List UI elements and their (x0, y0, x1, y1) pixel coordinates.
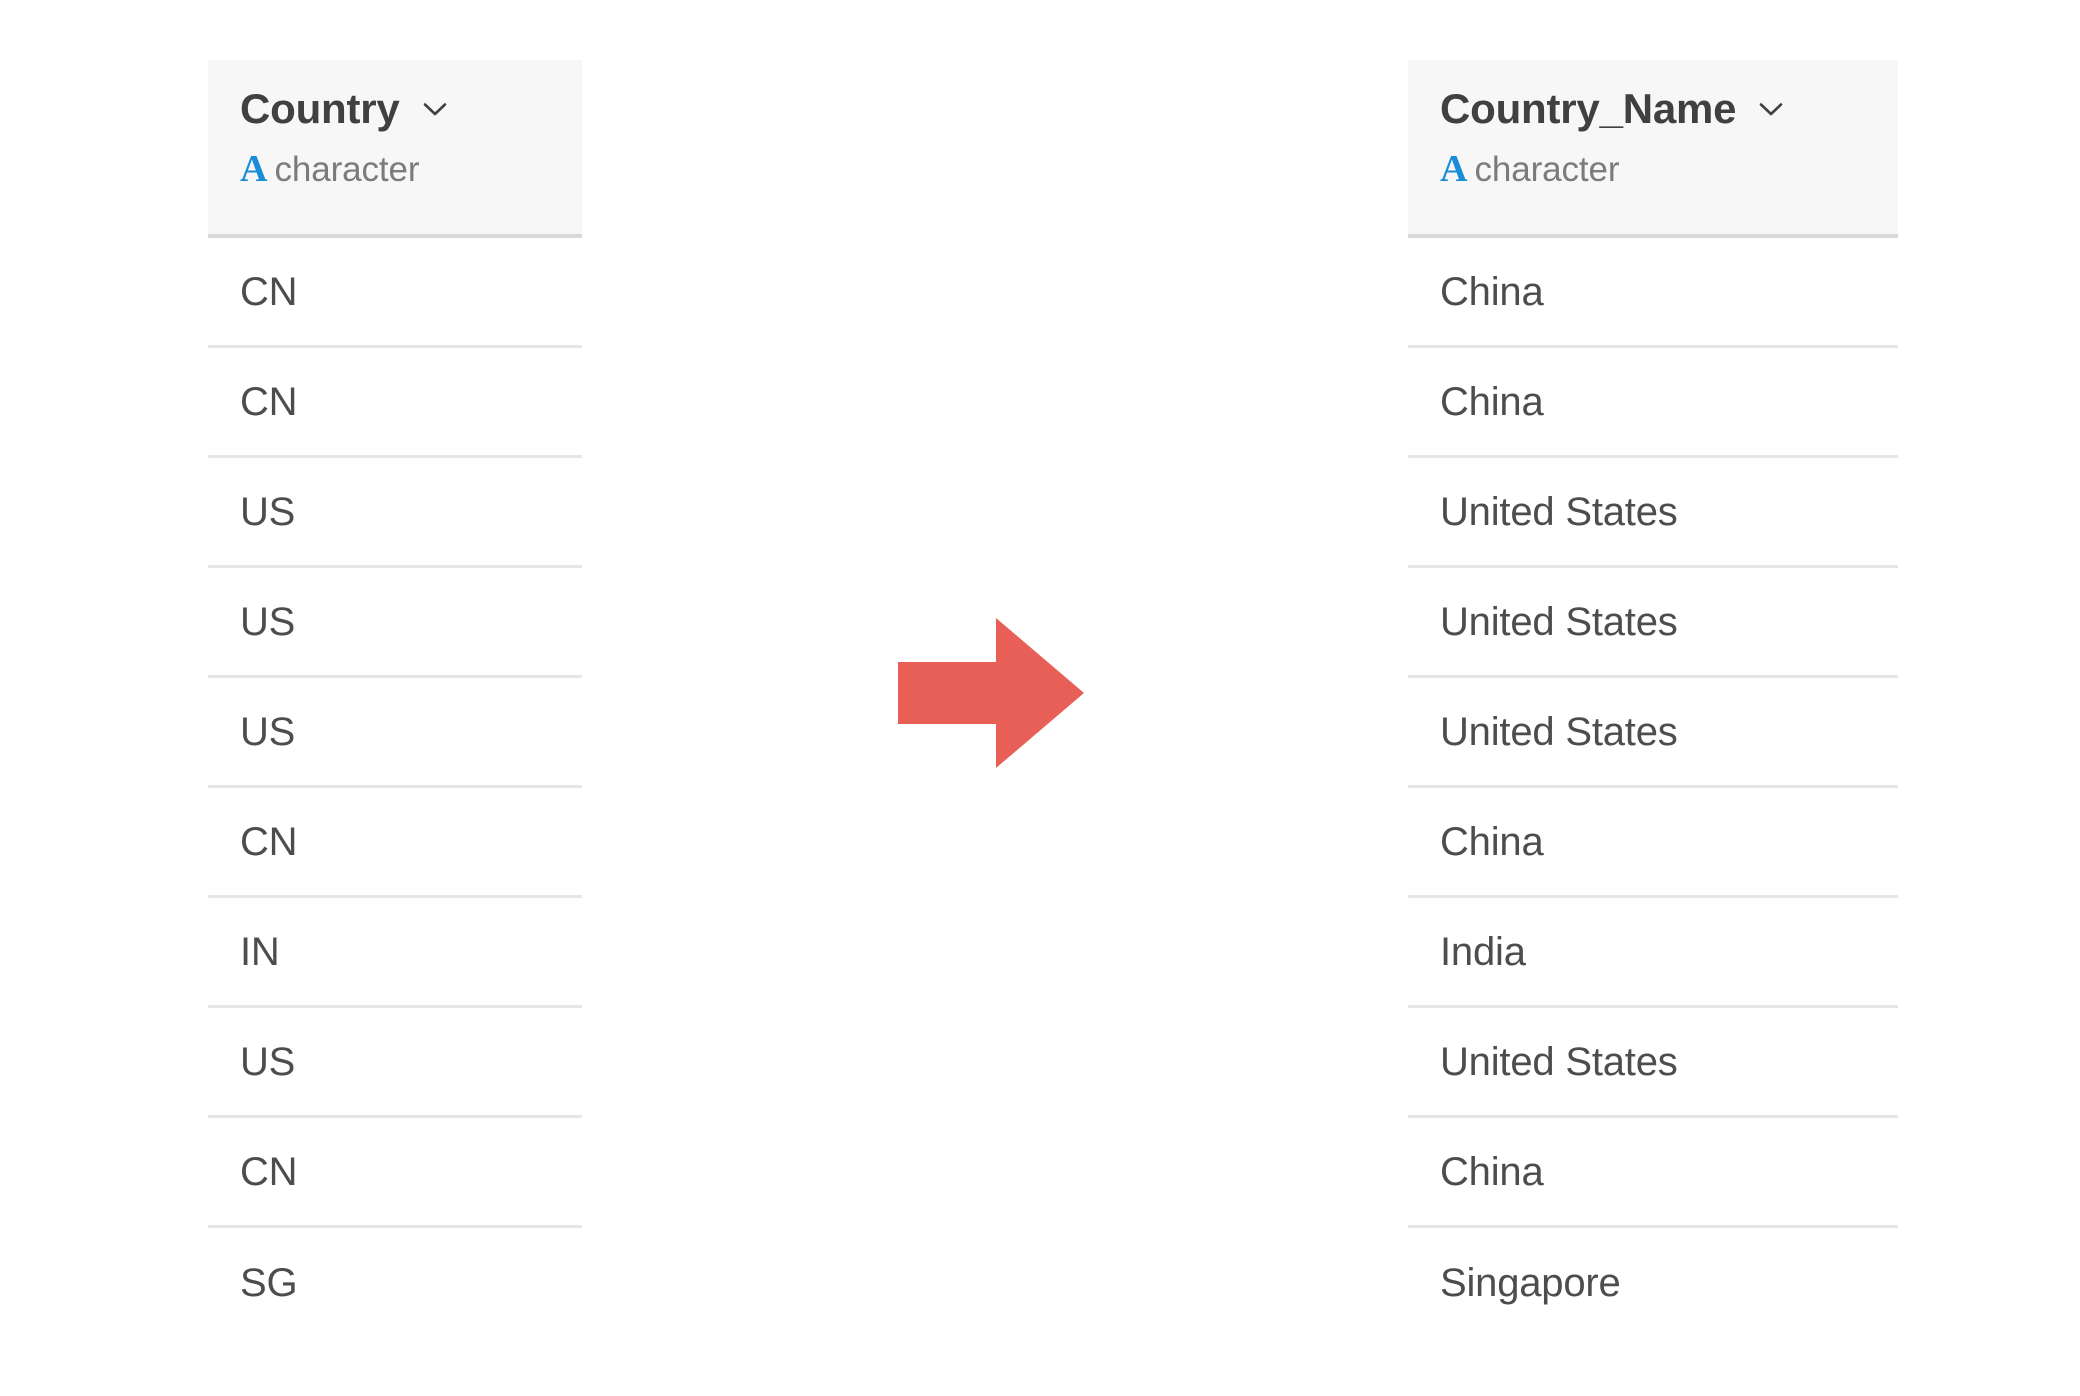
target-column-type: A character (1440, 150, 1898, 190)
target-column: Country_Name A character China China Uni (1408, 60, 1898, 1338)
cell-value: US (240, 489, 296, 534)
cell-value: India (1440, 929, 1526, 974)
cell-value: Singapore (1440, 1261, 1621, 1305)
target-column-body: China China United States United States … (1408, 238, 1898, 1338)
cell-value: CN (240, 819, 298, 864)
chevron-down-icon[interactable] (1754, 92, 1788, 126)
table-row[interactable]: United States (1408, 1008, 1898, 1118)
cell-value: CN (240, 379, 298, 424)
character-type-icon: A (240, 148, 268, 190)
cell-value: US (240, 599, 296, 644)
table-row[interactable]: India (1408, 898, 1898, 1008)
table-row[interactable]: SG (208, 1228, 582, 1338)
table-row[interactable]: China (1408, 788, 1898, 898)
table-row[interactable]: United States (1408, 458, 1898, 568)
table-row[interactable]: CN (208, 238, 582, 348)
chevron-down-icon[interactable] (418, 92, 452, 126)
cell-value: CN (240, 1149, 298, 1194)
table-row[interactable]: United States (1408, 678, 1898, 788)
source-column-header-top: Country (240, 82, 582, 136)
cell-value: China (1440, 269, 1544, 314)
cell-value: IN (240, 929, 280, 974)
table-row[interactable]: CN (208, 1118, 582, 1228)
cell-value: US (240, 1039, 296, 1084)
source-column-header[interactable]: Country A character (208, 60, 582, 238)
cell-value: United States (1440, 599, 1678, 644)
table-row[interactable]: US (208, 568, 582, 678)
source-column: Country A character CN CN US US US CN IN… (208, 60, 582, 1338)
cell-value: United States (1440, 1039, 1678, 1084)
cell-value: CN (240, 269, 298, 314)
cell-value: SG (240, 1261, 298, 1305)
table-row[interactable]: Singapore (1408, 1228, 1898, 1338)
table-row[interactable]: United States (1408, 568, 1898, 678)
target-column-header-top: Country_Name (1440, 82, 1898, 136)
cell-value: China (1440, 819, 1544, 864)
source-column-type-label: character (274, 150, 420, 189)
table-row[interactable]: China (1408, 348, 1898, 458)
cell-value: United States (1440, 489, 1678, 534)
table-row[interactable]: CN (208, 348, 582, 458)
table-row[interactable]: US (208, 458, 582, 568)
transformation-diagram: Country A character CN CN US US US CN IN… (0, 0, 2080, 1396)
source-column-type: A character (240, 150, 582, 190)
source-column-body: CN CN US US US CN IN US CN SG (208, 238, 582, 1338)
cell-value: China (1440, 379, 1544, 424)
table-row[interactable]: US (208, 678, 582, 788)
table-row[interactable]: China (1408, 238, 1898, 348)
character-type-icon: A (1440, 148, 1468, 190)
arrow-right-icon (898, 618, 1084, 768)
target-column-type-label: character (1474, 150, 1620, 189)
target-column-title: Country_Name (1440, 85, 1737, 132)
table-row[interactable]: China (1408, 1118, 1898, 1228)
table-row[interactable]: CN (208, 788, 582, 898)
target-column-header[interactable]: Country_Name A character (1408, 60, 1898, 238)
table-row[interactable]: IN (208, 898, 582, 1008)
cell-value: China (1440, 1149, 1544, 1194)
cell-value: United States (1440, 709, 1678, 754)
cell-value: US (240, 709, 296, 754)
table-row[interactable]: US (208, 1008, 582, 1118)
source-column-title: Country (240, 85, 400, 132)
